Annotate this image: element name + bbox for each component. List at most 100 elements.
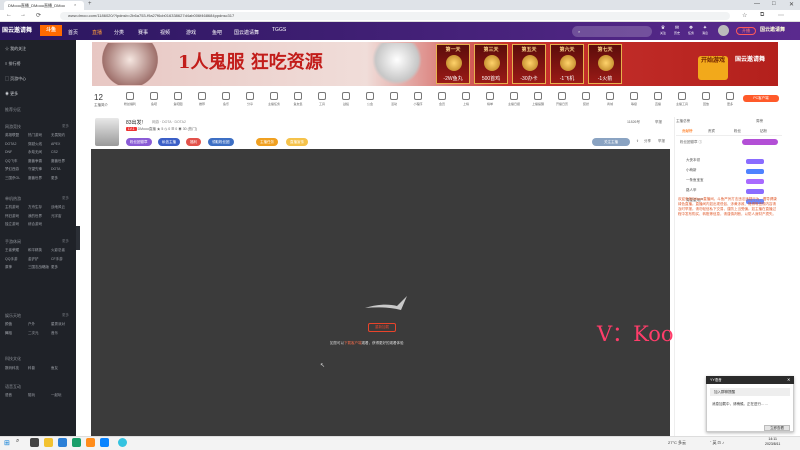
sidebar-category[interactable]: 更多 xyxy=(51,265,58,270)
category-shortcut[interactable]: 会员 xyxy=(432,92,452,106)
nav-events[interactable]: 赛事 xyxy=(138,29,148,36)
category-shortcut[interactable]: 直播 xyxy=(648,92,668,106)
sidebar-category[interactable]: 三国杀OL xyxy=(5,176,20,181)
sidebar-category[interactable]: 金铲铲 xyxy=(28,257,39,262)
browser-tab[interactable]: DMooo直播_DMooo直播_DMoo xyxy=(4,1,84,10)
sidebar-category[interactable]: DOTA2 xyxy=(5,142,16,146)
sidebar-category[interactable]: 魔兽世界 xyxy=(51,159,65,164)
maximize-button[interactable]: □ xyxy=(772,1,776,7)
task-view-icon[interactable] xyxy=(30,438,39,447)
reload-icon[interactable]: ⟳ xyxy=(36,12,41,19)
category-shortcut[interactable]: 鱼吧 xyxy=(144,92,164,106)
sidebar-category[interactable]: 魔兽世界 xyxy=(28,176,42,181)
banner-play-button[interactable]: 开始游戏 xyxy=(698,56,728,80)
search-icon[interactable]: ⌕ xyxy=(16,438,24,447)
stream-tag[interactable]: 领取粉丝团 xyxy=(208,138,234,146)
sidebar-category[interactable]: 战地风云 xyxy=(51,205,65,210)
nav-fishbar[interactable]: 鱼吧 xyxy=(212,29,222,36)
category-shortcut[interactable]: 工具 xyxy=(312,92,332,106)
share-label[interactable]: 分享 xyxy=(644,139,651,144)
category-shortcut[interactable]: 更多 xyxy=(720,92,740,106)
category-shortcut[interactable]: 战绩 xyxy=(336,92,356,106)
sidebar-item-rank[interactable]: ≡ 排行榜 xyxy=(5,61,20,67)
menu-icon[interactable]: ⋯ xyxy=(778,12,784,19)
ranking-user[interactable]: 一条鱼宝宝 xyxy=(686,178,704,183)
sidebar-category[interactable]: DOTA xyxy=(51,167,60,171)
sidebar-category[interactable]: 鱼友 xyxy=(51,366,58,371)
sidebar-category[interactable]: QQ手游 xyxy=(5,257,17,262)
clock[interactable]: 14:11 2023/8/11 xyxy=(765,437,780,447)
nav-tggs[interactable]: TGGS xyxy=(272,27,286,33)
tab-contribution[interactable]: 贡献榜 xyxy=(682,129,693,134)
forward-icon[interactable]: → xyxy=(20,12,26,18)
close-window-button[interactable]: ✕ xyxy=(789,1,794,8)
sidebar-category[interactable]: CS2 xyxy=(51,150,58,154)
sidebar-category[interactable]: 星秀派对 xyxy=(51,322,65,327)
app-icon[interactable] xyxy=(72,438,81,447)
extensions-icon[interactable]: ⧉ xyxy=(760,12,764,19)
stream-tag[interactable]: 粉丝团徽章 xyxy=(126,138,152,146)
nav-promo[interactable]: 国云遨请舞 xyxy=(234,29,259,36)
sidebar-category[interactable]: 舞蹈 xyxy=(5,331,12,336)
stream-tag[interactable]: 主播任务 xyxy=(256,138,278,146)
pc-client-button[interactable]: PC客户端 xyxy=(743,95,779,102)
ranking-user[interactable]: 大侠本领 xyxy=(686,158,700,163)
system-tray[interactable]: ˆ 英 ⊡ ♪ xyxy=(710,440,724,446)
category-shortcut[interactable]: 鱼乐 xyxy=(216,92,236,106)
sidebar-category[interactable]: APEX xyxy=(51,142,60,146)
category-shortcut[interactable]: 上榜 xyxy=(456,92,476,106)
category-shortcut[interactable]: 主播日报 xyxy=(504,92,524,106)
sidebar-category[interactable]: 无畏契约 xyxy=(51,133,65,138)
sidebar-category[interactable]: 王者荣耀 xyxy=(5,248,19,253)
back-icon[interactable]: ← xyxy=(6,12,12,18)
tab-close-icon[interactable]: × xyxy=(74,2,76,7)
follow-icon[interactable]: ♛ 关注 xyxy=(656,25,670,35)
tab-fans[interactable]: 粉丝 xyxy=(734,129,741,134)
nav-video[interactable]: 视频 xyxy=(160,29,170,36)
category-shortcut[interactable]: 鱼友集 xyxy=(288,92,308,106)
sidebar-category[interactable]: DNF xyxy=(5,150,12,154)
sidebar-category[interactable]: 梦幻西游 xyxy=(5,167,19,172)
start-live-button[interactable]: 开播 xyxy=(736,27,756,35)
header-search-input[interactable]: ⌕ xyxy=(572,26,652,37)
sidebar-category[interactable]: 主机游戏 xyxy=(5,205,19,210)
reload-player-button[interactable]: 重新加载 xyxy=(368,323,396,332)
ranking-user[interactable]: 小萌新 xyxy=(686,168,697,173)
url-input[interactable]: www.dmoo.com/1186020/?lpdnsb=2b6a753-f9a… xyxy=(60,12,730,20)
sidebar-category[interactable]: 元宇宙 xyxy=(51,214,62,219)
sidebar-section-more[interactable]: 更多 xyxy=(62,196,69,201)
stream-tag[interactable]: 私信主播 xyxy=(158,138,180,146)
category-shortcut[interactable]: 公会 xyxy=(360,92,380,106)
sidebar-category[interactable]: 我的世界 xyxy=(28,214,42,219)
sidebar-item-follow[interactable]: ☆ 我的关注 xyxy=(5,46,26,52)
streamer-avatar[interactable] xyxy=(95,118,119,146)
report-link[interactable]: 举报 xyxy=(655,120,662,125)
weather-widget[interactable]: 27°C 多云 xyxy=(668,440,686,446)
fans-badge-button[interactable] xyxy=(742,139,778,145)
category-shortcut[interactable]: 回放 xyxy=(696,92,716,106)
follow-button[interactable]: 关注主播 xyxy=(592,138,630,146)
nav-games[interactable]: 游戏 xyxy=(186,29,196,36)
sidebar-collapse-handle[interactable] xyxy=(76,226,80,250)
star-icon[interactable]: ☆ xyxy=(742,12,747,19)
ranking-user[interactable]: 路人甲 xyxy=(686,188,697,193)
user-avatar[interactable] xyxy=(718,25,729,36)
sidebar-category[interactable]: 科普 xyxy=(28,366,35,371)
download-client-link[interactable]: 下载客户端 xyxy=(344,341,362,345)
rank-week[interactable]: 周榜 xyxy=(756,119,763,124)
sidebar-category[interactable]: QQ飞车 xyxy=(5,159,17,164)
sidebar-category[interactable]: 方舟生存 xyxy=(28,205,42,210)
header-promo-logo[interactable]: 国云遨请舞 xyxy=(760,26,785,33)
message-icon[interactable]: ✦ 消息 xyxy=(698,25,712,35)
task-icon[interactable]: ❖ 任务 xyxy=(684,25,698,35)
sidebar-category[interactable]: 音乐 xyxy=(51,331,58,336)
browser-taskbar-icon[interactable] xyxy=(118,438,127,447)
site-logo[interactable]: 国云遨请舞 xyxy=(2,25,32,34)
category-shortcut[interactable]: 推荐 xyxy=(192,92,212,106)
category-shortcut[interactable]: 小程序 xyxy=(408,92,428,106)
history-icon[interactable]: ✉ 历史 xyxy=(670,25,684,35)
tab-vip[interactable]: 贵宾 xyxy=(708,129,715,134)
share-icon[interactable]: ⇪ xyxy=(636,139,639,143)
category-shortcut[interactable]: 分享 xyxy=(240,92,260,106)
sidebar-category[interactable]: 综合游戏 xyxy=(28,222,42,227)
